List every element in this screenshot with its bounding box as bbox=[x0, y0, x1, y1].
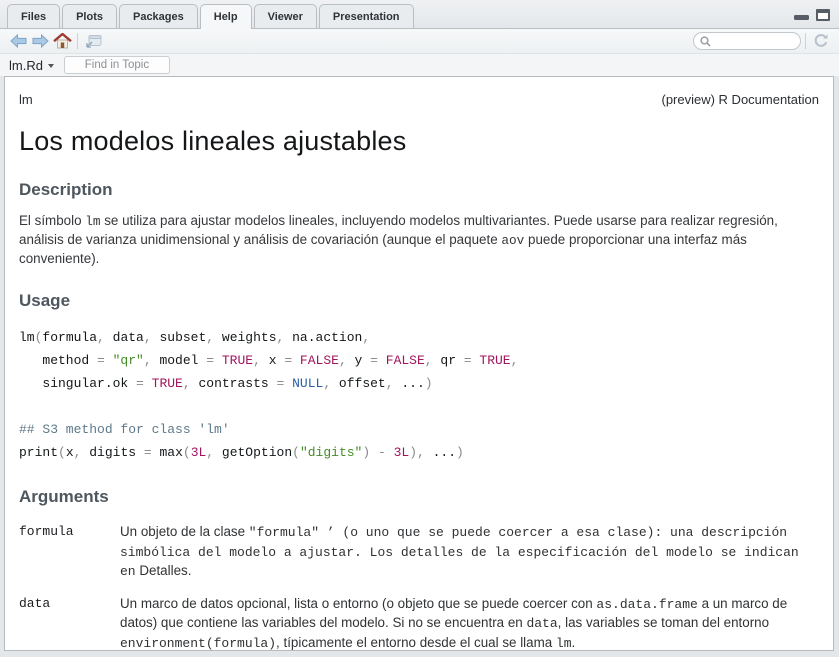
refresh-icon bbox=[813, 33, 829, 49]
page-title: Los modelos lineales ajustables bbox=[19, 126, 819, 157]
help-search-box[interactable] bbox=[693, 32, 801, 50]
tab-presentation[interactable]: Presentation bbox=[319, 4, 414, 28]
minimize-pane-icon[interactable] bbox=[794, 15, 809, 20]
section-heading-usage: Usage bbox=[19, 291, 819, 311]
pane-tab-list: Files Plots Packages Help Viewer Presentation bbox=[7, 0, 416, 28]
inline-code: aov bbox=[501, 233, 524, 248]
argument-name: data bbox=[19, 595, 120, 652]
doc-source-label: (preview) R Documentation bbox=[661, 92, 819, 107]
text-run: Un objeto de la clase bbox=[120, 524, 249, 539]
forward-button[interactable] bbox=[29, 31, 51, 52]
popout-icon bbox=[85, 34, 102, 48]
topic-bar: lm.Rd bbox=[0, 54, 839, 76]
refresh-button[interactable] bbox=[810, 31, 832, 52]
tab-label: Files bbox=[21, 11, 46, 23]
search-icon bbox=[700, 36, 711, 47]
toolbar-separator bbox=[77, 33, 78, 49]
tab-label: Presentation bbox=[333, 11, 400, 23]
code-line: singular.ok = TRUE, contrasts = NULL, of… bbox=[19, 372, 819, 395]
home-button[interactable] bbox=[51, 31, 73, 52]
doc-header: lm (preview) R Documentation bbox=[19, 92, 819, 107]
text-run: . bbox=[572, 635, 576, 650]
tab-label: Help bbox=[214, 11, 238, 23]
inline-code: data bbox=[526, 616, 557, 631]
code-line bbox=[19, 395, 819, 418]
tab-help[interactable]: Help bbox=[200, 4, 252, 29]
tab-packages[interactable]: Packages bbox=[119, 4, 198, 28]
help-document: lm (preview) R Documentation Los modelos… bbox=[5, 92, 833, 651]
code-line: print(x, digits = max(3L, getOption("dig… bbox=[19, 441, 819, 464]
usage-code: lm(formula, data, subset, weights, na.ac… bbox=[19, 326, 819, 464]
argument-name: formula bbox=[19, 523, 120, 582]
forward-icon bbox=[32, 34, 49, 48]
argument-row: formulaUn objeto de la clase "formula" ’… bbox=[19, 523, 819, 582]
search-input[interactable] bbox=[715, 35, 795, 47]
inline-code: as.data.frame bbox=[596, 597, 697, 612]
code-line: lm(formula, data, subset, weights, na.ac… bbox=[19, 326, 819, 349]
argument-description: Un objeto de la clase "formula" ’ (o uno… bbox=[120, 523, 819, 582]
back-icon bbox=[10, 34, 27, 48]
pane-window-controls bbox=[794, 9, 830, 21]
help-content-panel[interactable]: lm (preview) R Documentation Los modelos… bbox=[4, 76, 834, 651]
help-toolbar bbox=[0, 29, 839, 54]
popout-button[interactable] bbox=[82, 31, 104, 52]
doc-topic-name: lm bbox=[19, 92, 33, 107]
find-in-topic-input[interactable] bbox=[64, 56, 170, 74]
topic-title: lm.Rd bbox=[9, 58, 43, 73]
back-button[interactable] bbox=[7, 31, 29, 52]
text-run: , las variables se toman del entorno bbox=[558, 615, 769, 630]
inline-code: environment(formula) bbox=[120, 636, 276, 651]
toolbar-separator bbox=[805, 33, 806, 49]
arguments-table: formulaUn objeto de la clase "formula" ’… bbox=[19, 523, 819, 651]
text-run: , típicamente el entorno desde el cual s… bbox=[276, 635, 556, 650]
rstudio-help-pane: Files Plots Packages Help Viewer Presentation bbox=[0, 0, 839, 657]
topic-dropdown[interactable]: lm.Rd bbox=[9, 58, 54, 73]
tab-files[interactable]: Files bbox=[7, 4, 60, 28]
tab-viewer[interactable]: Viewer bbox=[254, 4, 317, 28]
tab-label: Packages bbox=[133, 11, 184, 23]
inline-code: lm bbox=[556, 636, 572, 651]
home-icon bbox=[53, 33, 72, 49]
tab-plots[interactable]: Plots bbox=[62, 4, 117, 28]
argument-row: dataUn marco de datos opcional, lista o … bbox=[19, 595, 819, 652]
maximize-pane-icon[interactable] bbox=[816, 9, 830, 21]
code-line: method = "qr", model = TRUE, x = FALSE, … bbox=[19, 349, 819, 372]
text-run: Un marco de datos opcional, lista o ento… bbox=[120, 596, 596, 611]
description-text: El símbolo lm se utiliza para ajustar mo… bbox=[19, 212, 819, 268]
argument-description: Un marco de datos opcional, lista o ento… bbox=[120, 595, 819, 652]
tab-label: Plots bbox=[76, 11, 103, 23]
code-line: ## S3 method for class 'lm' bbox=[19, 418, 819, 441]
section-heading-arguments: Arguments bbox=[19, 487, 819, 507]
text-run: El símbolo bbox=[19, 213, 85, 228]
text-run: Detalles. bbox=[136, 563, 192, 578]
chevron-down-icon bbox=[48, 64, 54, 68]
inline-code: lm bbox=[85, 214, 100, 229]
tab-label: Viewer bbox=[268, 11, 303, 23]
pane-tabs: Files Plots Packages Help Viewer Presentation bbox=[0, 0, 839, 29]
section-heading-description: Description bbox=[19, 180, 819, 200]
